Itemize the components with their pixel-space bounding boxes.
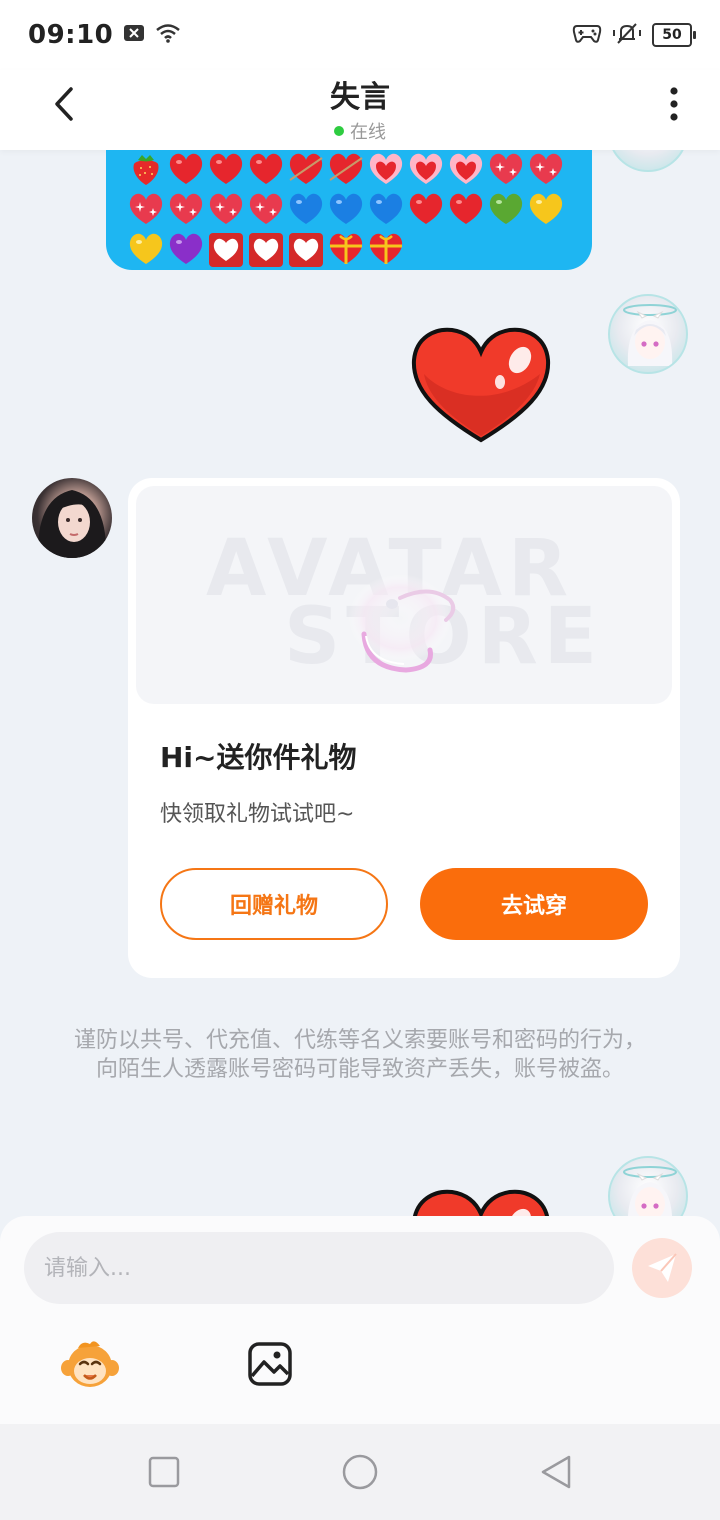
sparkle-heart-icon	[528, 152, 564, 188]
send-button[interactable]	[632, 1238, 692, 1298]
sparkle-heart-icon	[488, 152, 524, 188]
square-icon	[148, 1456, 180, 1488]
heart-ribbon-icon	[368, 152, 404, 188]
sparkle-heart-icon	[248, 192, 284, 228]
game-controller-icon	[572, 22, 602, 48]
chat-header: 失言 在线	[0, 70, 720, 150]
strawberry-icon	[128, 152, 164, 188]
battery-indicator: 50	[652, 23, 696, 47]
yellow-heart-icon	[128, 232, 164, 268]
emoji-message-bubble[interactable]	[106, 150, 592, 270]
white-heart-box-icon	[288, 232, 324, 268]
heart-icon	[208, 152, 244, 188]
my-avatar-top[interactable]	[608, 150, 688, 172]
image-icon	[248, 1342, 292, 1386]
blue-heart-icon	[288, 192, 324, 228]
white-heart-box-icon	[208, 232, 244, 268]
yellow-heart-icon	[528, 192, 564, 228]
anime-avatar-icon	[623, 304, 677, 366]
online-status-label: 在线	[350, 122, 386, 143]
status-left: 09:10	[28, 20, 181, 50]
heart-arrow-icon	[288, 152, 324, 188]
sparkle-heart-icon	[208, 192, 244, 228]
vibrate-mute-icon	[612, 22, 642, 48]
my-avatar-bottom[interactable]	[608, 1156, 688, 1220]
system-back-button[interactable]	[538, 1454, 574, 1490]
image-button[interactable]	[246, 1340, 294, 1388]
more-button[interactable]	[654, 82, 694, 126]
try-on-button[interactable]: 去试穿	[420, 868, 648, 940]
wifi-icon	[155, 23, 181, 47]
contact-avatar[interactable]	[32, 478, 112, 558]
anime-avatar-icon	[623, 1166, 677, 1220]
triangle-back-icon	[541, 1455, 571, 1489]
gift-title: Hi~送你件礼物	[160, 741, 357, 774]
emoji-row	[128, 190, 574, 230]
heart-icon	[248, 152, 284, 188]
online-status: 在线	[0, 118, 720, 144]
gift-card[interactable]: AVATAR STORE Hi~送你件礼物 快领取礼物试试吧~ 回赠礼物	[128, 478, 680, 978]
home-button[interactable]	[342, 1454, 378, 1490]
blue-heart-icon	[368, 192, 404, 228]
sticker-button[interactable]	[60, 1338, 120, 1390]
emoji-row	[128, 150, 574, 190]
safety-warning: 谨防以共号、代充值、代练等名义索要账号和密码的行为，向陌生人透露账号密码可能导致…	[73, 1028, 646, 1082]
sparkle-heart-icon	[168, 192, 204, 228]
green-heart-icon	[488, 192, 524, 228]
blue-heart-icon	[328, 192, 364, 228]
emoji-row	[128, 230, 574, 270]
heart-icon	[448, 192, 484, 228]
page-title: 失言	[330, 80, 390, 115]
status-right: 50	[572, 22, 696, 48]
girl-avatar-icon	[37, 490, 107, 558]
glowing-ring-icon	[348, 574, 456, 673]
notification-close-icon	[123, 24, 145, 46]
white-heart-box-icon	[248, 232, 284, 268]
heart-icon	[168, 152, 204, 188]
input-panel	[0, 1216, 720, 1424]
gift-image: AVATAR STORE	[136, 486, 672, 704]
gift-heart-icon	[328, 232, 364, 268]
monkey-face-icon	[61, 1341, 119, 1387]
heart-arrow-icon	[328, 152, 364, 188]
status-bar: 09:10 50	[0, 0, 720, 70]
message-input[interactable]	[24, 1232, 614, 1304]
system-nav-bar	[0, 1424, 720, 1520]
heart-ribbon-icon	[408, 152, 444, 188]
gift-subtitle: 快领取礼物试试吧~	[160, 802, 355, 827]
title-wrap: 失言 在线	[0, 70, 720, 144]
heart-sticker[interactable]	[408, 326, 554, 446]
sparkle-heart-icon	[128, 192, 164, 228]
circle-icon	[342, 1454, 378, 1490]
recent-apps-button[interactable]	[146, 1454, 182, 1490]
more-vertical-icon	[670, 87, 678, 121]
status-time: 09:10	[28, 20, 114, 50]
gift-heart-icon	[368, 232, 404, 268]
online-dot-icon	[334, 126, 344, 136]
heart-ribbon-icon	[448, 152, 484, 188]
purple-heart-icon	[168, 232, 204, 268]
return-gift-button[interactable]: 回赠礼物	[160, 868, 388, 940]
chat-messages[interactable]: AVATAR STORE Hi~送你件礼物 快领取礼物试试吧~ 回赠礼物	[0, 150, 720, 1220]
heart-icon	[408, 192, 444, 228]
my-avatar[interactable]	[608, 294, 688, 374]
paper-plane-icon	[648, 1253, 677, 1282]
